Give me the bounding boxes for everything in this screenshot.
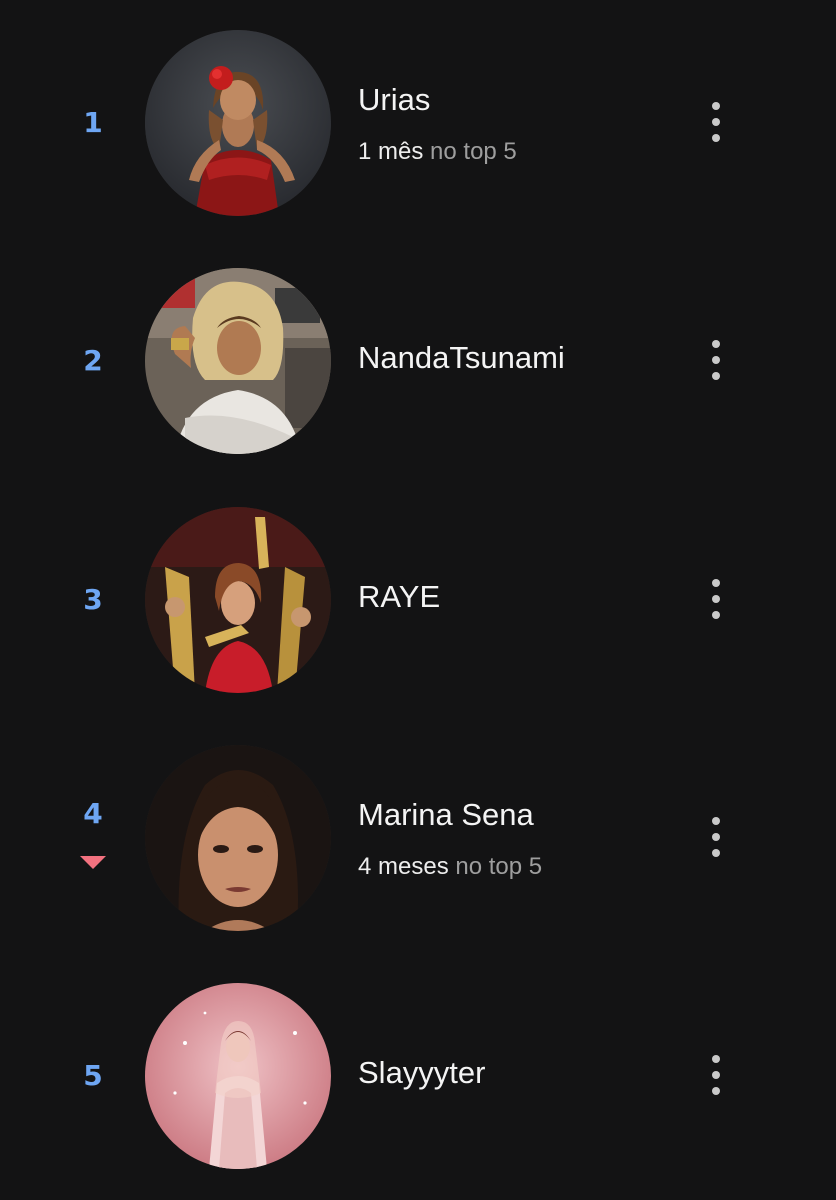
artist-name[interactable]: Slayyyter [358,1055,485,1091]
artist-row[interactable]: 5 Slayyyter [0,983,836,1169]
artist-photo-avatar-icon [145,268,331,454]
rank-number: 3 [83,583,103,616]
duration-value: 4 meses [358,853,449,880]
artist-photo-avatar-icon [145,507,331,693]
top5-duration: 1 mês no top 5 [358,138,517,166]
artist-avatar[interactable] [145,268,331,454]
artist-photo-avatar-icon [145,983,331,1169]
more-options-button[interactable] [696,336,736,384]
duration-value: 1 mês [358,138,424,165]
artist-photo-avatar-icon [145,30,331,216]
artist-row[interactable]: 1 Urias 1 mês no top 5 [0,30,836,216]
rank-number: 1 [83,106,103,139]
artist-name[interactable]: Marina Sena [358,797,534,833]
artist-name[interactable]: RAYE [358,579,440,615]
artist-row[interactable]: 3 RAYE [0,507,836,693]
artist-name[interactable]: Urias [358,82,430,118]
more-options-button[interactable] [696,98,736,146]
artist-avatar[interactable] [145,507,331,693]
top5-duration: 4 meses no top 5 [358,853,542,881]
trend-down-icon [80,856,106,869]
artist-row[interactable]: 4 Marina Sena 4 meses no top 5 [0,745,836,931]
more-options-button[interactable] [696,1051,736,1099]
top-artists-list: 1 Urias 1 mês no top 5 2 NandaTsunami 3 … [0,0,836,1200]
more-options-button[interactable] [696,575,736,623]
artist-avatar[interactable] [145,983,331,1169]
artist-row[interactable]: 2 NandaTsunami [0,268,836,454]
artist-avatar[interactable] [145,30,331,216]
rank-number: 4 [83,797,103,830]
rank-number: 5 [83,1059,103,1092]
artist-avatar[interactable] [145,745,331,931]
rank-number: 2 [83,344,103,377]
artist-photo-avatar-icon [145,745,331,931]
more-options-button[interactable] [696,813,736,861]
duration-label: no top 5 [455,853,543,880]
artist-name[interactable]: NandaTsunami [358,340,565,376]
duration-label: no top 5 [430,138,517,165]
